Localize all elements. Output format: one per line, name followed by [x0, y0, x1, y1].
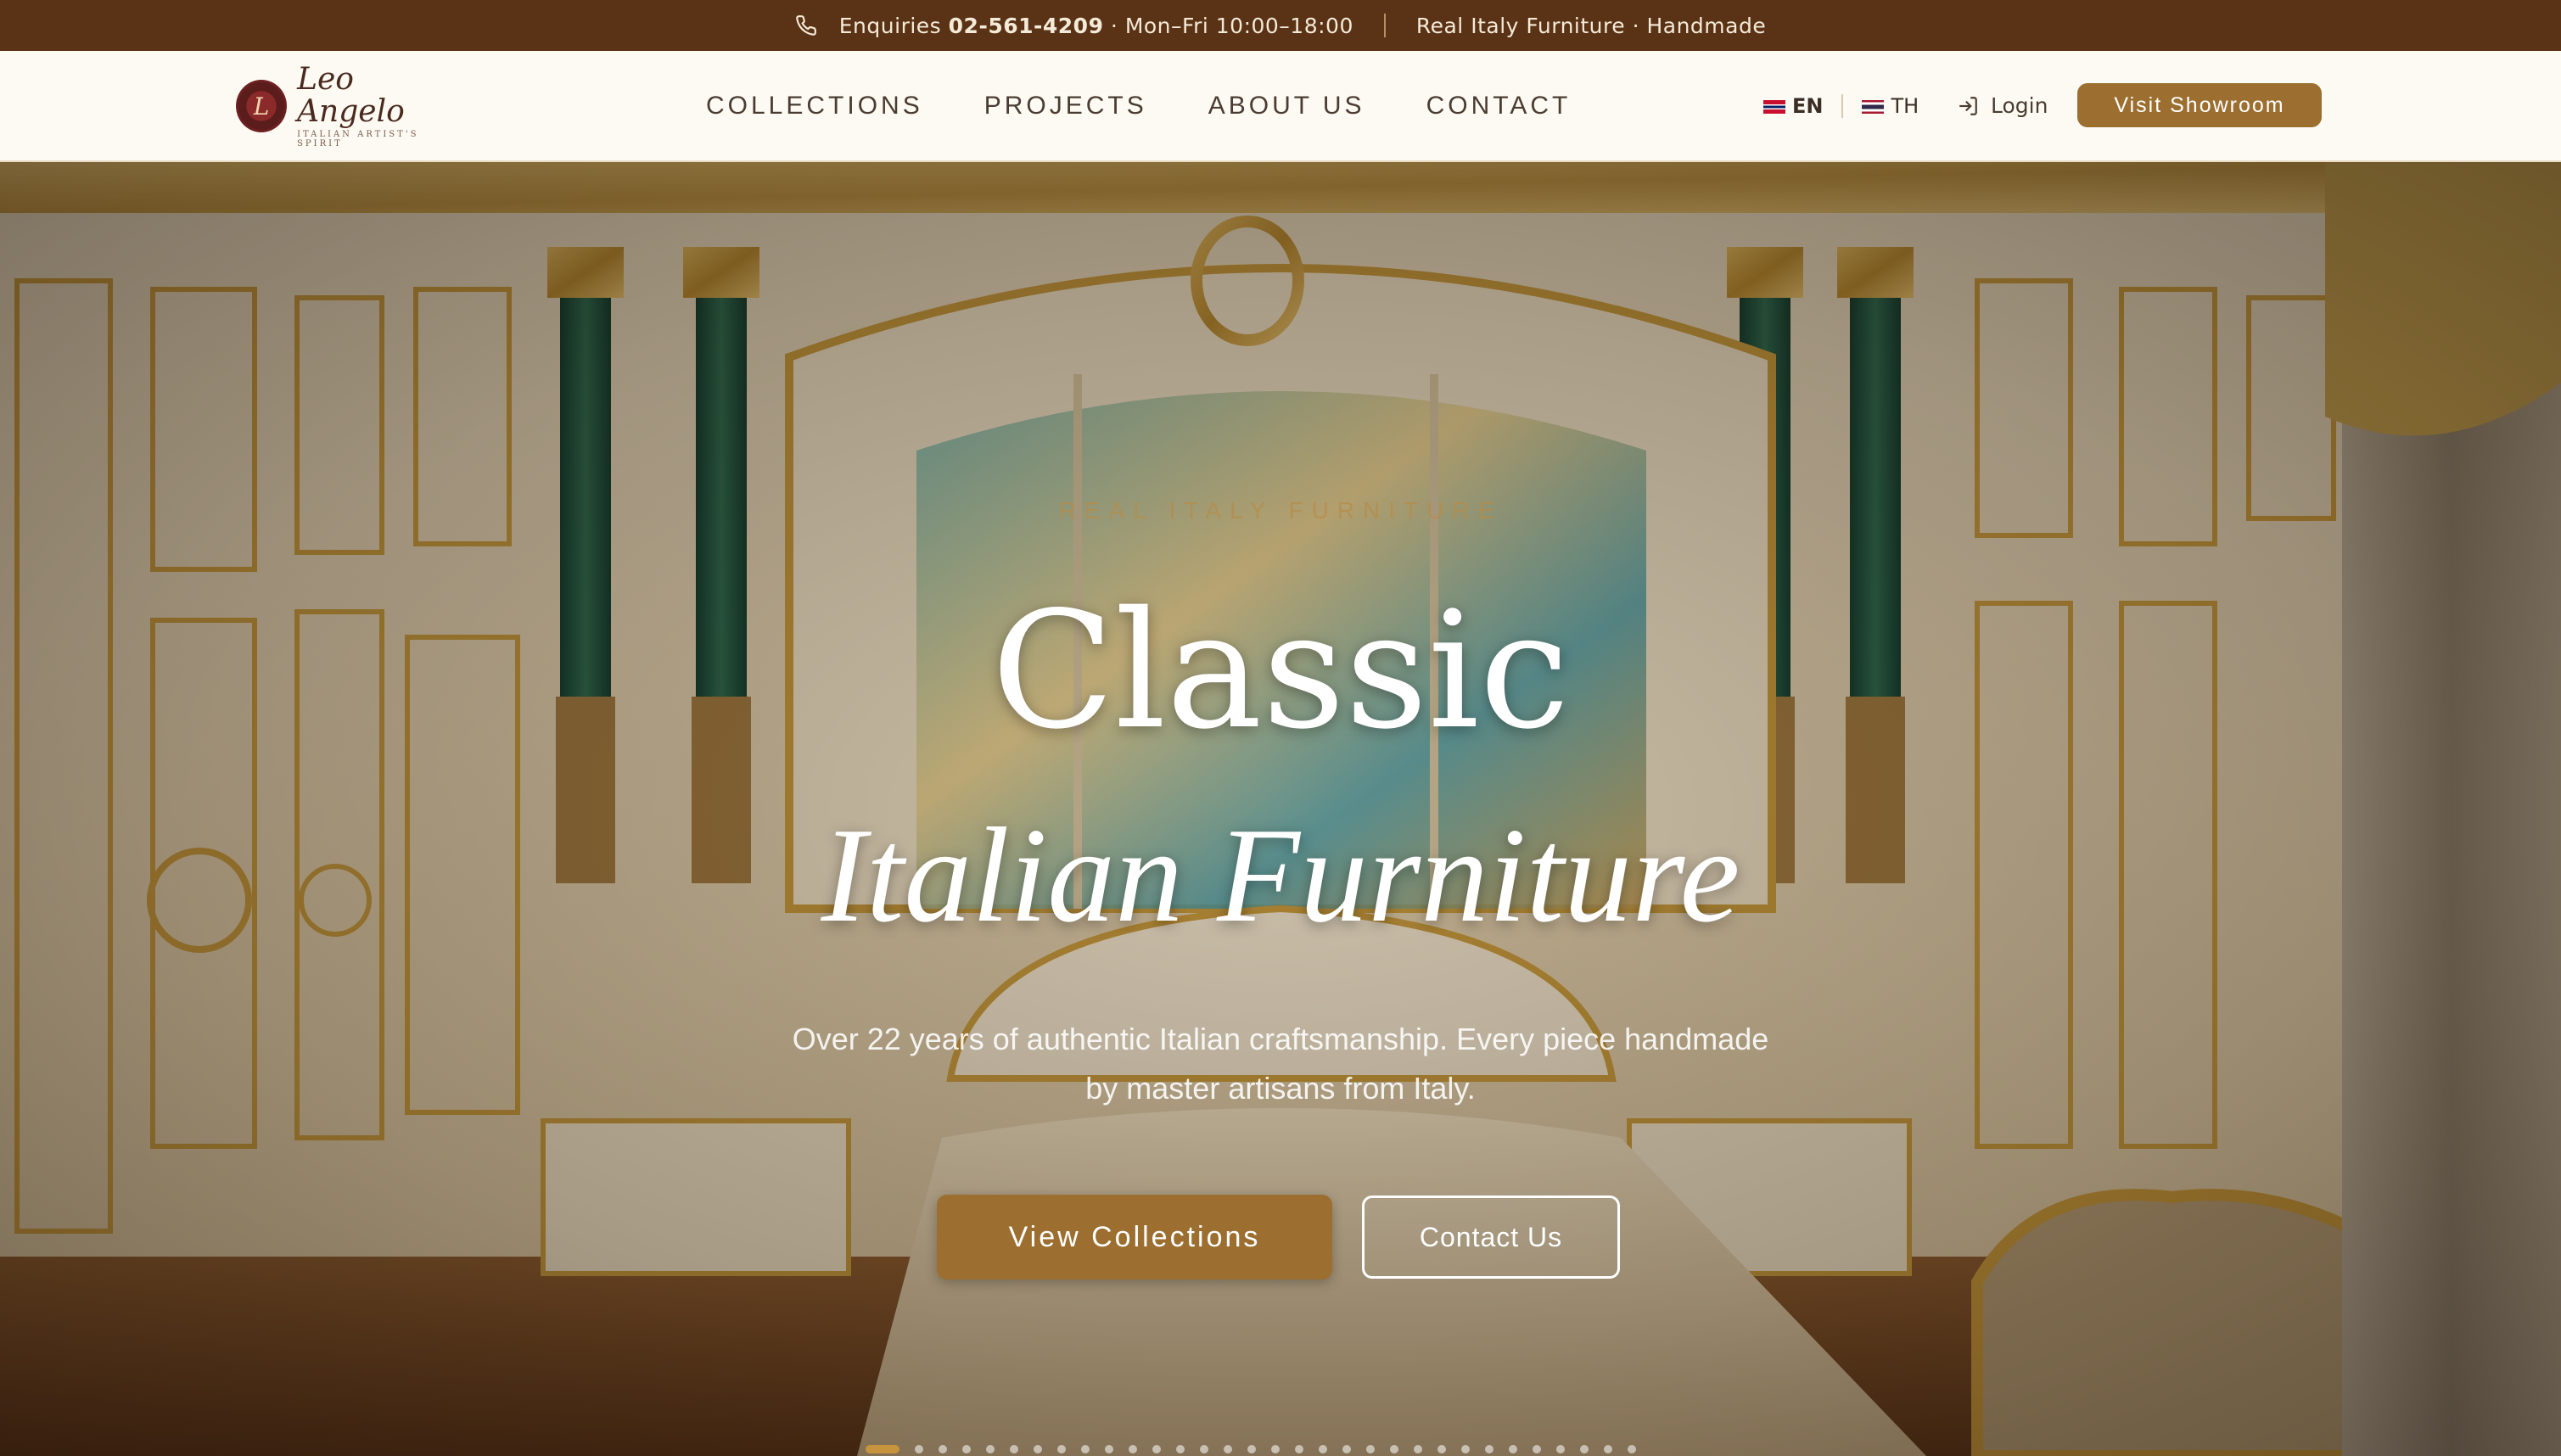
slide-dot[interactable] — [1366, 1445, 1375, 1453]
view-collections-button[interactable]: View Collections — [937, 1195, 1332, 1280]
login-icon — [1957, 95, 1979, 117]
slide-dot[interactable] — [1556, 1445, 1565, 1453]
phone-icon — [795, 14, 817, 36]
nav-projects[interactable]: PROJECTS — [984, 92, 1147, 120]
slide-dot[interactable] — [915, 1445, 923, 1453]
slide-dot[interactable] — [986, 1445, 995, 1453]
login-label: Login — [1991, 93, 2048, 118]
slide-dot[interactable] — [1295, 1445, 1303, 1453]
hero-eyebrow: REAL ITALY FURNITURE — [1058, 497, 1503, 524]
thai-flag-icon — [1862, 99, 1885, 114]
topbar-tagline: Real Italy Furniture · Handmade — [1415, 13, 1767, 38]
nav-collections[interactable]: COLLECTIONS — [706, 92, 923, 120]
phone-number[interactable]: 02-561-4209 — [949, 14, 1104, 38]
slide-dot[interactable] — [866, 1445, 899, 1453]
slide-dot[interactable] — [1414, 1445, 1422, 1453]
slide-dot[interactable] — [1057, 1445, 1066, 1453]
language-switcher: EN TH — [1763, 51, 1919, 160]
slide-dot[interactable] — [1010, 1445, 1018, 1453]
slide-dot[interactable] — [1604, 1445, 1612, 1453]
logo-tagline: ITALIAN ARTIST'S SPIRIT — [297, 130, 419, 148]
slide-dot[interactable] — [1224, 1445, 1232, 1453]
main-nav: COLLECTIONS PROJECTS ABOUT US CONTACT — [706, 51, 1571, 160]
lang-en[interactable]: EN — [1763, 94, 1823, 118]
slide-dot[interactable] — [1319, 1445, 1327, 1453]
hero-section: REAL ITALY FURNITURE Classic Italian Fur… — [0, 162, 2561, 1456]
logo[interactable]: L Leo Angelo ITALIAN ARTIST'S SPIRIT — [236, 64, 465, 148]
slide-dot[interactable] — [1437, 1445, 1446, 1453]
slide-dot[interactable] — [1628, 1445, 1636, 1453]
contact-us-button[interactable]: Contact Us — [1362, 1196, 1620, 1279]
slide-dot[interactable] — [1152, 1445, 1161, 1453]
slide-dot[interactable] — [1271, 1445, 1280, 1453]
hero-subtitle: Over 22 years of authentic Italian craft… — [792, 1022, 1769, 1106]
slide-indicators — [866, 1445, 1651, 1453]
slide-dot[interactable] — [1509, 1445, 1517, 1453]
slide-dot[interactable] — [1461, 1445, 1470, 1453]
hero-title-line-1: Classic — [991, 577, 1570, 764]
logo-name: Leo Angelo — [297, 62, 405, 129]
slide-dot[interactable] — [1390, 1445, 1398, 1453]
slide-dot[interactable] — [1081, 1445, 1090, 1453]
slide-dot[interactable] — [1580, 1445, 1589, 1453]
topbar-divider — [1383, 14, 1386, 37]
slide-dot[interactable] — [1485, 1445, 1493, 1453]
uk-flag-icon — [1763, 99, 1785, 114]
slide-dot[interactable] — [1247, 1445, 1256, 1453]
slide-dot[interactable] — [939, 1445, 947, 1453]
nav-contact[interactable]: CONTACT — [1426, 92, 1572, 120]
lang-th[interactable]: TH — [1862, 94, 1919, 118]
opening-hours: · Mon–Fri 10:00–18:00 — [1110, 13, 1353, 38]
login-link[interactable]: Login — [1957, 51, 2048, 160]
slide-dot[interactable] — [1200, 1445, 1208, 1453]
slide-dot[interactable] — [1533, 1445, 1541, 1453]
hero-title-line-2: Italian Furniture — [821, 799, 1740, 950]
slide-dot[interactable] — [1034, 1445, 1042, 1453]
slide-dot[interactable] — [962, 1445, 971, 1453]
slide-dot[interactable] — [1342, 1445, 1351, 1453]
slide-dot[interactable] — [1129, 1445, 1137, 1453]
announcement-bar: Enquiries 02-561-4209 · Mon–Fri 10:00–18… — [0, 0, 2561, 51]
lang-en-label: EN — [1792, 93, 1824, 118]
logo-emblem: L — [236, 80, 288, 132]
slide-dot[interactable] — [1105, 1445, 1113, 1453]
lang-th-label: TH — [1891, 93, 1919, 118]
slide-dot[interactable] — [1176, 1445, 1185, 1453]
nav-about-us[interactable]: ABOUT US — [1208, 92, 1365, 120]
lang-divider — [1841, 93, 1844, 118]
enquiries-label: Enquiries — [838, 13, 942, 38]
visit-showroom-button[interactable]: Visit Showroom — [2077, 83, 2322, 127]
